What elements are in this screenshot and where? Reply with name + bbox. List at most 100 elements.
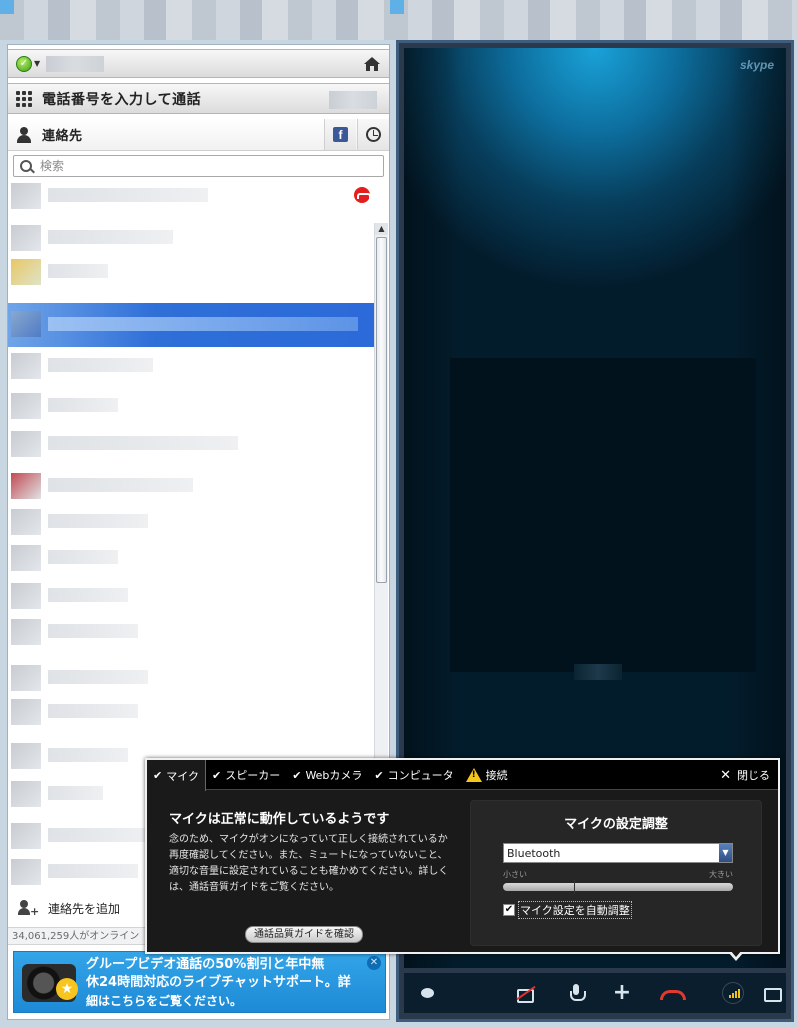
call-controls: +: [404, 973, 786, 1013]
promo-line: 細はこちらをご覧ください。: [86, 994, 243, 1008]
contact-name: [48, 588, 128, 602]
checkbox-icon[interactable]: ✔: [503, 904, 515, 916]
tab-recent[interactable]: [357, 119, 389, 150]
list-item[interactable]: [8, 581, 374, 611]
tab-webcam[interactable]: ✔ Webカメラ: [286, 760, 368, 790]
tab-label: スピーカー: [225, 769, 281, 782]
contact-name: [48, 624, 138, 638]
promo-text[interactable]: グループビデオ通話の50%割引と年中無 休24時間対応のライブチャットサポート。…: [86, 956, 366, 1010]
self-view-video: [450, 358, 756, 680]
promo-line: 休24時間対応のライブチャットサポート。詳: [86, 975, 351, 990]
microphone-icon[interactable]: [566, 983, 586, 1003]
volume-min-label: 小さい: [503, 870, 527, 879]
facebook-icon: f: [333, 127, 348, 142]
dialpad-icon: [16, 90, 32, 107]
status-bar[interactable]: ✓ ▼: [8, 49, 389, 78]
close-label: 閉じる: [737, 769, 770, 782]
list-item[interactable]: [8, 617, 374, 647]
contact-name: [48, 864, 138, 878]
avatar: [11, 225, 41, 251]
contact-name: [48, 358, 153, 372]
fullscreen-icon[interactable]: [762, 983, 782, 1003]
contact-name: [48, 828, 148, 842]
status-description: 念のため、マイクがオンになっていて正しく接続されているか再度確認してください。ま…: [169, 834, 449, 893]
promo-banner[interactable]: ★ グループビデオ通話の50%割引と年中無 休24時間対応のライブチャットサポー…: [13, 951, 386, 1013]
close-popup-button[interactable]: ✕ 閉じる: [720, 760, 770, 790]
status-title: マイクは正常に動作しているようです: [169, 812, 390, 827]
list-item[interactable]: [8, 351, 374, 381]
dial-phone-number-button[interactable]: 電話番号を入力して通話: [8, 83, 389, 114]
volume-max-label: 大きい: [709, 870, 733, 879]
list-item[interactable]: [8, 303, 374, 347]
auto-adjust-checkbox[interactable]: ✔ マイク設定を自動調整: [503, 901, 632, 919]
contact-name: [48, 478, 193, 492]
volume-slider-thumb[interactable]: [574, 880, 576, 894]
tab-microphone[interactable]: ✔ マイク: [147, 760, 206, 791]
chevron-down-icon[interactable]: ▼: [34, 59, 40, 68]
microphone-device-select[interactable]: Bluetooth ▼: [503, 843, 733, 863]
credit-balance: [329, 91, 377, 109]
list-item[interactable]: [8, 697, 374, 727]
call-quality-icon[interactable]: [722, 982, 744, 1004]
list-item[interactable]: [8, 471, 374, 501]
promo-line: グループビデオ通話の50%割引と年中無: [86, 957, 325, 972]
contact-name: [48, 748, 128, 762]
user-name: [46, 55, 105, 72]
add-icon[interactable]: +: [612, 982, 632, 1004]
contact-name: [48, 264, 108, 278]
volume-slider[interactable]: [503, 880, 733, 894]
chevron-down-icon[interactable]: ▼: [719, 844, 732, 862]
popup-pointer: [728, 950, 744, 961]
auto-adjust-label: マイク設定を自動調整: [518, 901, 632, 919]
contact-name: [48, 188, 208, 202]
avatar: [11, 583, 41, 609]
list-item[interactable]: [8, 429, 374, 459]
search-input[interactable]: [40, 159, 370, 173]
app-icon: [0, 0, 14, 14]
tab-label: マイク: [166, 769, 199, 783]
list-item[interactable]: [8, 543, 374, 573]
contact-name: [48, 550, 118, 564]
list-item[interactable]: [8, 391, 374, 421]
tab-computer[interactable]: ✔ コンピュータ: [368, 760, 459, 790]
check-icon: ✔: [374, 768, 384, 782]
avatar: [11, 699, 41, 725]
tab-connection[interactable]: ! 接続: [460, 760, 514, 790]
participant-name: [574, 664, 622, 680]
list-item[interactable]: [8, 257, 374, 287]
avatar: [11, 393, 41, 419]
avatar: [11, 619, 41, 645]
online-status-icon[interactable]: ✓: [16, 55, 32, 72]
tab-contacts[interactable]: 連絡先 f: [8, 119, 389, 151]
scroll-thumb[interactable]: [376, 237, 387, 583]
contact-name: [48, 398, 118, 412]
dial-label: 電話番号を入力して通話: [42, 91, 202, 108]
home-icon[interactable]: [363, 55, 381, 73]
avatar: [11, 743, 41, 769]
tab-label: 接続: [485, 769, 508, 782]
contacts-tab-label: 連絡先: [42, 129, 83, 144]
chat-icon[interactable]: [418, 983, 438, 1003]
check-icon: ✔: [212, 768, 222, 782]
list-item[interactable]: [8, 507, 374, 537]
list-item[interactable]: [8, 663, 374, 693]
video-off-icon[interactable]: [516, 983, 536, 1003]
skype-logo: skype: [739, 58, 774, 72]
window-title-bar: [0, 0, 797, 40]
tab-facebook[interactable]: f: [324, 119, 356, 150]
add-user-icon: +: [18, 900, 39, 917]
avatar: [11, 259, 41, 285]
check-icon: ✔: [292, 768, 302, 782]
quality-guide-button[interactable]: 通話品質ガイドを確認: [245, 926, 363, 943]
list-item[interactable]: [8, 223, 374, 253]
tab-speaker[interactable]: ✔ スピーカー: [206, 760, 286, 790]
hang-up-icon[interactable]: [660, 983, 686, 1003]
list-item[interactable]: [8, 181, 374, 211]
search-box[interactable]: [13, 155, 384, 177]
selected-device: Bluetooth: [507, 846, 561, 860]
scroll-up-icon[interactable]: ▲: [375, 223, 388, 235]
close-icon[interactable]: ✕: [367, 956, 381, 970]
avatar: [11, 509, 41, 535]
avatar: [11, 353, 41, 379]
call-active-icon[interactable]: [354, 187, 371, 203]
